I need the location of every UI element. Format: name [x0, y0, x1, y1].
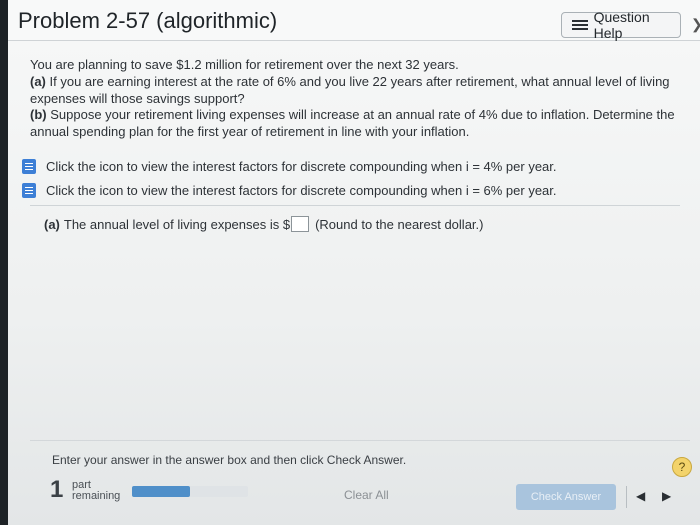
next-arrow-icon[interactable]: ▶ — [662, 489, 671, 503]
book-icon[interactable] — [22, 158, 36, 174]
question-help-button[interactable]: Question Help — [561, 9, 681, 41]
page-title: Problem 2-57 (algorithmic) — [18, 8, 278, 33]
more-arrow-icon[interactable]: ❯ — [691, 16, 700, 33]
instructions-text: Enter your answer in the answer box and … — [52, 453, 407, 467]
part-a-text: If you are earning interest at the rate … — [30, 74, 670, 106]
question-help-label: Question Help — [593, 9, 650, 41]
list-icon — [572, 19, 588, 31]
check-answer-button[interactable]: Check Answer — [516, 484, 616, 510]
progress-fill — [132, 486, 190, 497]
progress-bar — [132, 486, 248, 497]
answer-prompt: The annual level of living expenses is $ — [63, 216, 291, 232]
part-a-label: (a) — [30, 74, 46, 89]
clear-all-button[interactable]: Clear All — [344, 488, 389, 502]
answer-hint: (Round to the nearest dollar.) — [315, 216, 484, 232]
footer-divider — [30, 440, 690, 441]
answer-line: (a) The annual level of living expenses … — [44, 216, 483, 232]
book-icon[interactable] — [22, 182, 36, 198]
title-bar: Problem 2-57 (algorithmic) Question Help… — [8, 0, 700, 41]
part-b-label: (b) — [30, 107, 47, 122]
help-icon[interactable]: ? — [672, 457, 692, 477]
prev-arrow-icon[interactable]: ◀ — [636, 489, 645, 503]
resource-link-4pct[interactable]: Click the icon to view the interest fact… — [22, 157, 557, 175]
answer-part-label: (a) — [44, 216, 60, 232]
screen-bezel — [0, 0, 8, 525]
problem-part-a: (a) If you are earning interest at the r… — [30, 73, 690, 107]
parts-remaining-label: part remaining — [72, 480, 120, 502]
problem-page: Problem 2-57 (algorithmic) Question Help… — [8, 0, 700, 525]
problem-part-b: (b) Suppose your retirement living expen… — [30, 106, 690, 140]
nav-separator — [626, 486, 627, 508]
answer-input[interactable] — [291, 216, 310, 232]
part-b-text: Suppose your retirement living expenses … — [30, 107, 675, 139]
divider — [30, 205, 680, 206]
resource-text: Click the icon to view the interest fact… — [46, 158, 557, 174]
parts-remaining-count: 1 — [50, 476, 64, 503]
problem-intro: You are planning to save $1.2 million fo… — [30, 57, 459, 72]
resource-text: Click the icon to view the interest fact… — [46, 182, 557, 198]
resource-link-6pct[interactable]: Click the icon to view the interest fact… — [22, 181, 557, 199]
parts-label-line2: remaining — [72, 490, 121, 502]
